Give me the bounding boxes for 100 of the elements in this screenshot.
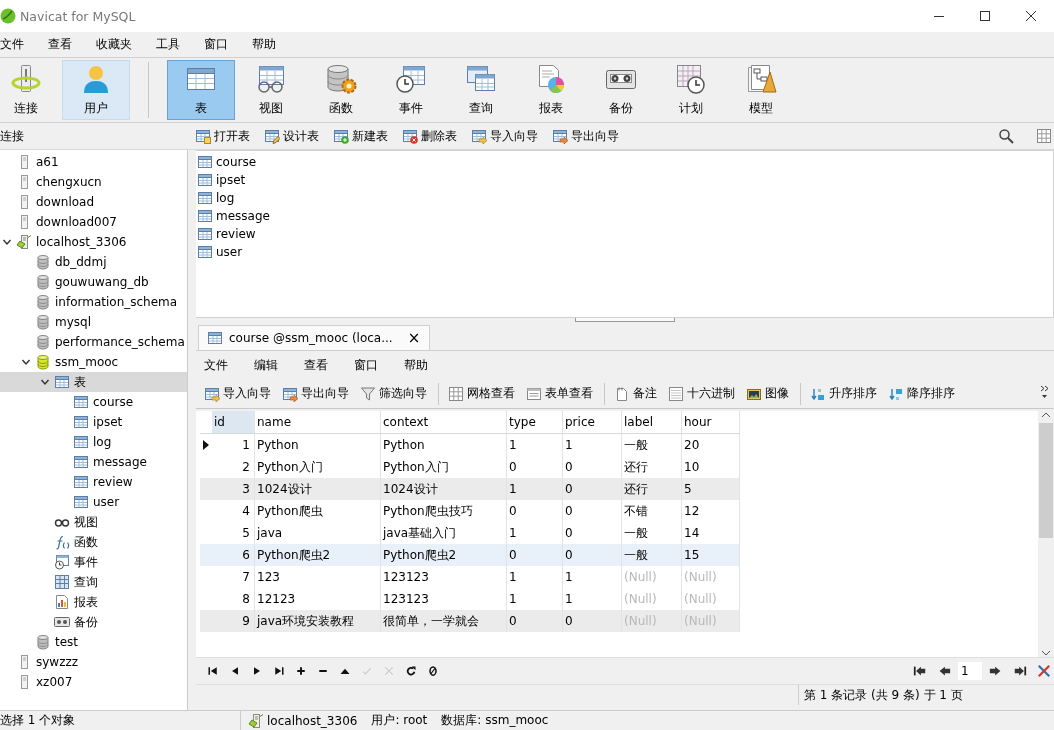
toolbar-button[interactable]: 备注 <box>612 383 659 404</box>
tree-item[interactable]: localhost_3306 <box>0 232 187 252</box>
tree-item[interactable]: chengxucn <box>0 172 187 192</box>
object-item[interactable]: review <box>196 225 260 243</box>
tree-item[interactable]: download <box>0 192 187 212</box>
column-header[interactable]: type <box>507 411 563 433</box>
table-row[interactable]: 3 1024设计 1024设计 1 0 还行 5 <box>200 478 740 500</box>
toolbar-button[interactable]: 十六进制 <box>666 383 737 404</box>
filter-icon <box>360 385 376 402</box>
column-header[interactable]: context <box>381 411 507 433</box>
toolbar-button[interactable]: 图像 <box>744 383 791 404</box>
tree-item[interactable]: 表 <box>0 372 187 392</box>
tree-item[interactable]: ssm_mooc <box>0 352 187 372</box>
table-icon <box>73 434 89 450</box>
chevron-icon[interactable] <box>21 357 31 367</box>
tree-item[interactable]: xz007 <box>0 672 187 692</box>
tree-item[interactable]: ipset <box>0 412 187 432</box>
menu-item[interactable]: 帮助 <box>252 34 276 55</box>
tree-item[interactable]: user <box>0 492 187 512</box>
toolbar-button[interactable]: 连接 <box>0 60 61 120</box>
table-row[interactable]: 4 Python爬虫 Python爬虫技巧 0 0 不错 12 <box>200 500 740 522</box>
tree-item[interactable]: test <box>0 632 187 652</box>
table-row[interactable]: 7 123 123123 1 1 (Null) (Null) <box>200 566 740 588</box>
toolbar-button[interactable]: 删除表 <box>400 125 459 147</box>
toolbar-button[interactable]: 模型 <box>726 60 796 120</box>
editor-tab[interactable]: course @ssm_mooc (loca... × <box>198 325 431 350</box>
toolbar-button[interactable]: 导出向导 <box>550 125 621 147</box>
tree-item[interactable]: download007 <box>0 212 187 232</box>
tree-item[interactable]: course <box>0 392 187 412</box>
tree-item[interactable]: a61 <box>0 152 187 172</box>
toolbar-button[interactable]: 网格查看 <box>446 383 517 404</box>
tree-item[interactable]: message <box>0 452 187 472</box>
chevron-icon[interactable] <box>2 237 12 247</box>
toolbar-button[interactable]: 设计表 <box>262 125 321 147</box>
toolbar-button[interactable]: 降序排序 <box>886 383 957 404</box>
toolbar-button[interactable]: 导出向导 <box>280 383 351 404</box>
scroll-up-icon[interactable] <box>1041 411 1051 419</box>
column-header[interactable]: label <box>622 411 682 433</box>
scroll-down-icon[interactable] <box>1041 649 1051 657</box>
toolbar-button[interactable]: 备份 <box>586 60 656 120</box>
tree-item[interactable]: 函数 <box>0 532 187 552</box>
tree-item[interactable]: information_schema <box>0 292 187 312</box>
table-add-icon <box>333 128 349 144</box>
grid-view-button[interactable] <box>1034 126 1054 146</box>
column-header[interactable]: hour <box>682 411 740 433</box>
toolbar-button[interactable]: 打开表 <box>193 125 252 147</box>
column-header[interactable]: price <box>563 411 622 433</box>
object-item[interactable]: user <box>196 243 247 261</box>
chevron-icon[interactable] <box>40 377 50 387</box>
toolbar-button[interactable]: 筛选向导 <box>358 383 429 404</box>
table-cell: Python爬虫技巧 <box>381 500 507 522</box>
toolbar-button[interactable]: 新建表 <box>331 125 390 147</box>
column-header[interactable]: id <box>212 411 255 433</box>
menu-item[interactable]: 编辑 <box>254 354 278 376</box>
menu-item[interactable]: 窗口 <box>354 354 378 376</box>
toolbar-button[interactable]: 视图 <box>236 60 306 120</box>
toolbar-button[interactable]: 表 <box>167 60 235 120</box>
tree-item[interactable]: 报表 <box>0 592 187 612</box>
menu-item[interactable]: 收藏夹 <box>96 34 132 55</box>
menu-item[interactable]: 查看 <box>304 354 328 376</box>
menu-item[interactable]: 文件 <box>204 354 228 376</box>
tree-item[interactable]: 查询 <box>0 572 187 592</box>
object-item[interactable]: log <box>196 189 239 207</box>
tree-item[interactable]: performance_schema <box>0 332 187 352</box>
object-item[interactable]: message <box>196 207 274 225</box>
search-button[interactable] <box>996 126 1016 146</box>
tree-item[interactable]: 备份 <box>0 612 187 632</box>
tree-item[interactable]: review <box>0 472 187 492</box>
menu-item[interactable]: 查看 <box>48 34 72 55</box>
toolbar-button[interactable]: 函数 <box>306 60 376 120</box>
tree-item[interactable]: mysql <box>0 312 187 332</box>
toolbar-button[interactable]: 事件 <box>376 60 446 120</box>
clock-window-icon <box>54 554 70 570</box>
tree-item[interactable]: db_ddmj <box>0 252 187 272</box>
table-row[interactable]: 1 Python Python 1 1 一般 20 <box>200 434 740 456</box>
toolbar-button[interactable]: 升序排序 <box>808 383 879 404</box>
toolbar-button[interactable]: 导入向导 <box>469 125 540 147</box>
tree-item[interactable]: 视图 <box>0 512 187 532</box>
toolbar-button[interactable]: 查询 <box>446 60 516 120</box>
toolbar-button[interactable]: 表单查看 <box>524 383 595 404</box>
tree-item[interactable]: log <box>0 432 187 452</box>
toolbar-button[interactable]: 导入向导 <box>202 383 273 404</box>
tree-item[interactable]: sywzzz <box>0 652 187 672</box>
table-row[interactable]: 6 Python爬虫2 Python爬虫2 0 0 一般 15 <box>200 544 740 566</box>
toolbar-button[interactable]: 报表 <box>516 60 586 120</box>
menu-item[interactable]: 文件 <box>0 34 24 55</box>
object-item[interactable]: course <box>196 153 261 171</box>
menu-item[interactable]: 窗口 <box>204 34 228 55</box>
column-header[interactable]: name <box>255 411 381 433</box>
tree-item[interactable]: 事件 <box>0 552 187 572</box>
page-number-field[interactable]: 1 <box>958 662 982 680</box>
menu-item[interactable]: 帮助 <box>404 354 428 376</box>
vertical-scrollbar[interactable] <box>1038 411 1054 657</box>
tab-close-button[interactable]: × <box>406 328 422 348</box>
splitter-handle[interactable] <box>575 318 675 322</box>
tree-item[interactable]: gouwuwang_db <box>0 272 187 292</box>
toolbar-button[interactable]: 用户 <box>62 60 130 120</box>
menu-item[interactable]: 工具 <box>156 34 180 55</box>
object-item[interactable]: ipset <box>196 171 250 189</box>
toolbar-button[interactable]: 计划 <box>656 60 726 120</box>
